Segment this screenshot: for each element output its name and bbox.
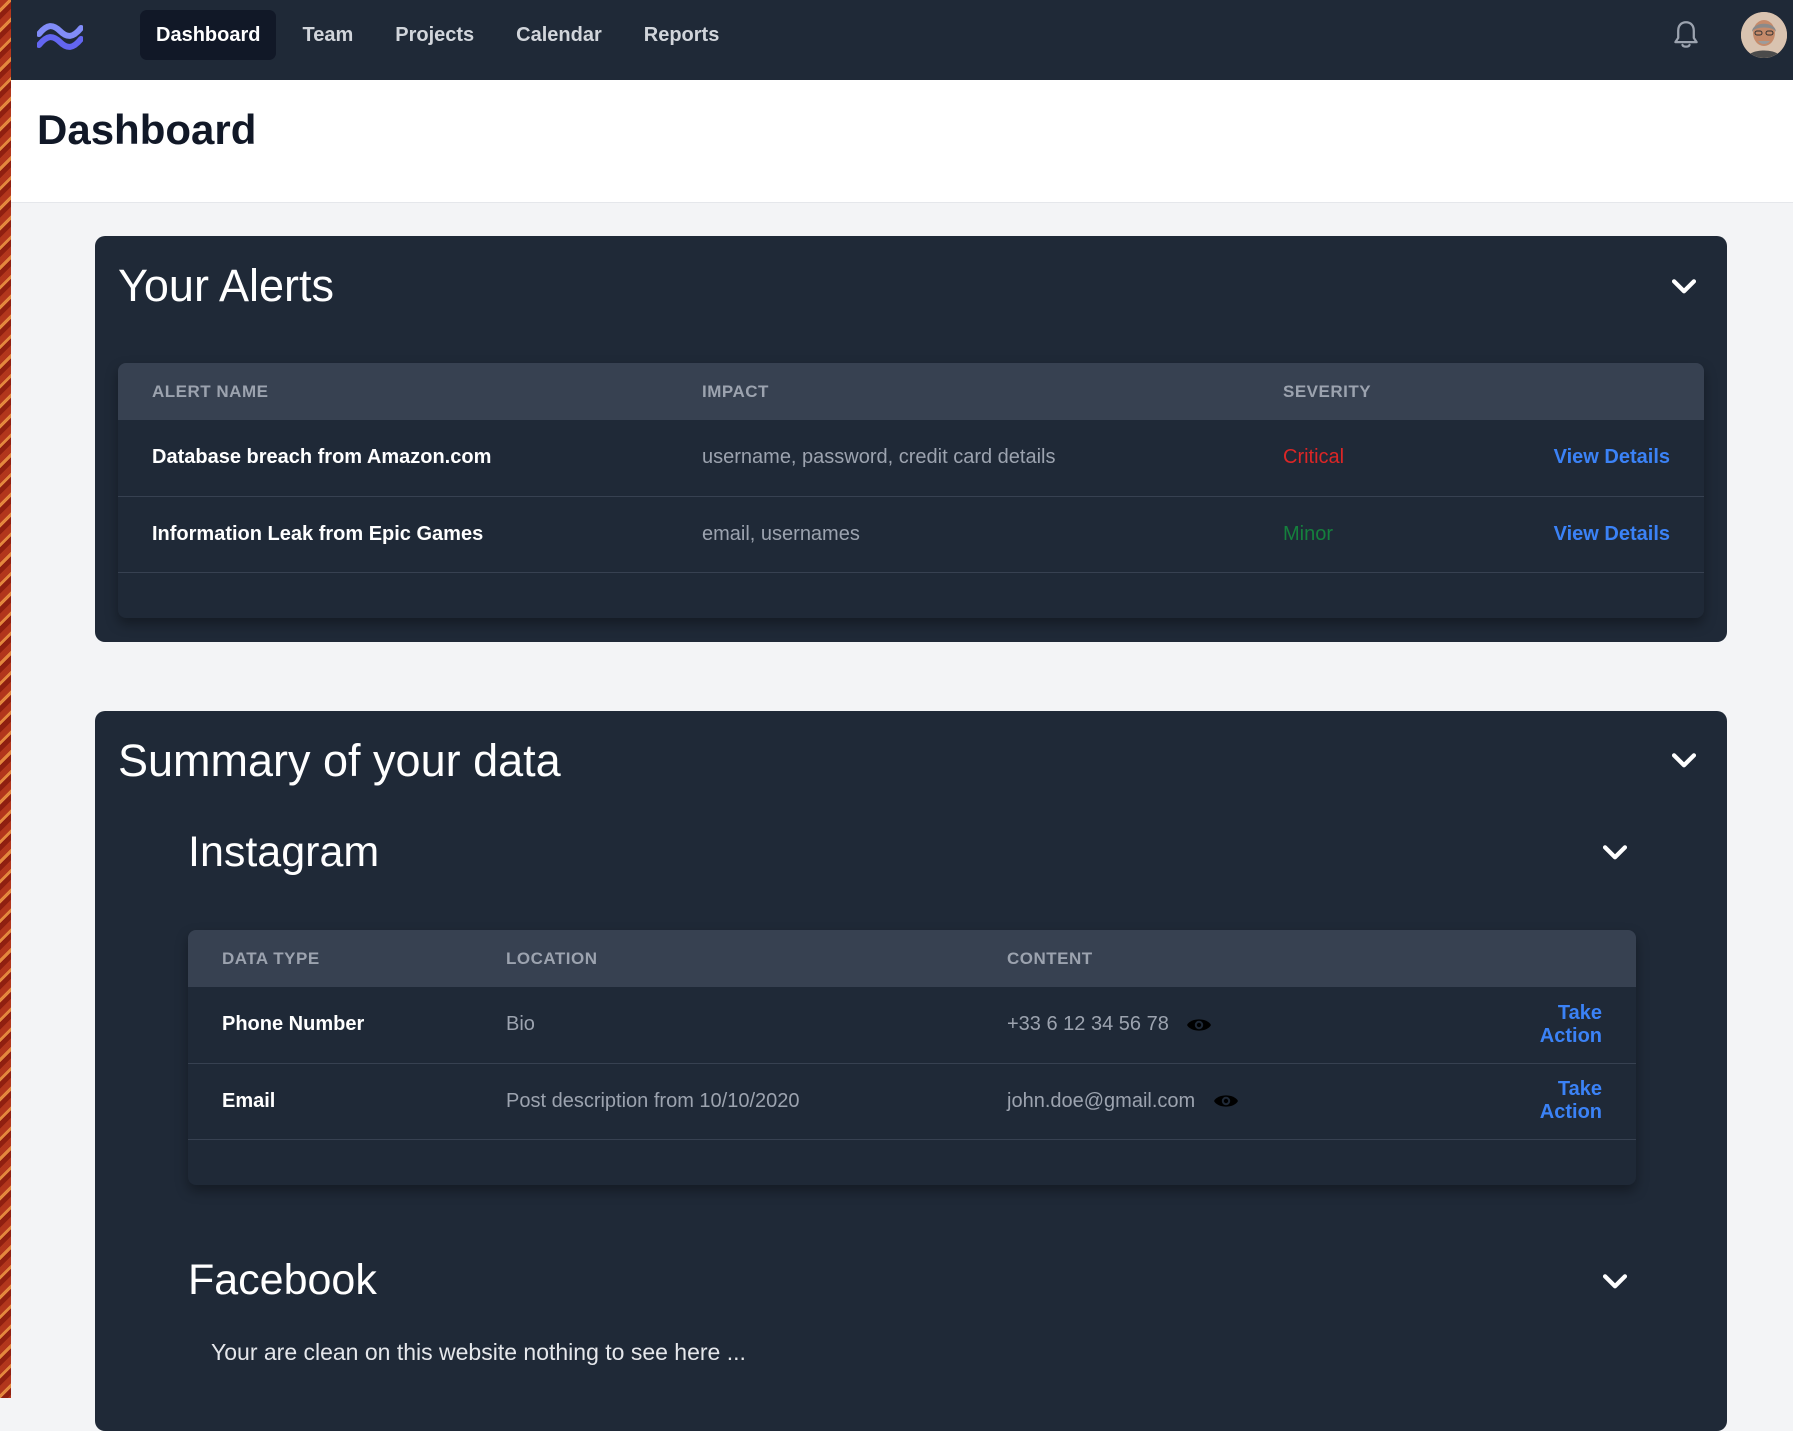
table-header-row: DATA TYPE LOCATION CONTENT [188,930,1636,987]
summary-panel: Summary of your data Instagram DATA TYPE… [95,711,1727,1431]
chevron-down-icon[interactable] [1598,1265,1632,1299]
data-content: +33 6 12 34 56 78 [1007,1013,1169,1036]
column-header-location: LOCATION [506,948,598,968]
nav-item-reports[interactable]: Reports [628,10,736,60]
alerts-table-card: ALERT NAME IMPACT SEVERITY Database brea… [118,363,1704,618]
data-type: Email [222,1063,506,1140]
data-location: Post description from 10/10/2020 [506,1063,1007,1140]
table-row: Information Leak from Epic Games email, … [118,496,1704,573]
eye-icon[interactable] [1186,1016,1212,1034]
bell-icon[interactable] [1669,18,1703,52]
take-action-link[interactable]: Take Action [1507,987,1602,1064]
alert-name: Information Leak from Epic Games [152,496,702,573]
nav-item-projects[interactable]: Projects [379,10,490,60]
app-root: Dashboard Team Projects Calendar Reports… [11,0,1793,1431]
column-header-data-type: DATA TYPE [222,948,320,968]
top-navbar: Dashboard Team Projects Calendar Reports [11,0,1793,80]
instagram-table-card: DATA TYPE LOCATION CONTENT Phone Number … [188,930,1636,1185]
chevron-down-icon[interactable] [1598,836,1632,870]
facebook-clean-message: Your are clean on this website nothing t… [211,1339,746,1365]
alerts-table: ALERT NAME IMPACT SEVERITY Database brea… [118,363,1704,573]
column-header-impact: IMPACT [702,381,769,401]
avatar-portrait-icon [1741,12,1787,58]
chevron-down-icon[interactable] [1667,744,1701,778]
column-header-alert-name: ALERT NAME [152,381,269,401]
alert-impact: email, usernames [702,496,1283,573]
column-header-severity: SEVERITY [1283,381,1372,401]
alerts-panel: Your Alerts ALERT NAME IMPACT SEVERITY D… [95,236,1727,642]
data-content: john.doe@gmail.com [1007,1089,1196,1112]
table-row: Phone Number Bio +33 6 12 34 56 78 Take … [188,987,1636,1064]
page-header: Dashboard [11,80,1793,203]
page-title: Dashboard [37,106,257,153]
take-action-link[interactable]: Take Action [1507,1063,1602,1140]
chevron-down-icon[interactable] [1667,270,1701,304]
browser-edge-strip [0,0,11,1398]
wave-logo-icon[interactable] [37,18,83,52]
summary-title: Summary of your data [118,735,561,786]
nav-item-dashboard[interactable]: Dashboard [140,10,277,60]
data-location: Bio [506,987,1007,1064]
nav-item-calendar[interactable]: Calendar [500,10,618,60]
nav-item-team[interactable]: Team [286,10,369,60]
facebook-section-title: Facebook [188,1256,377,1304]
alerts-title: Your Alerts [118,260,334,311]
alert-impact: username, password, credit card details [702,420,1283,497]
eye-icon[interactable] [1213,1092,1239,1110]
column-header-content: CONTENT [1007,948,1093,968]
avatar[interactable] [1741,12,1787,58]
view-details-link[interactable]: View Details [1523,420,1670,497]
alert-name: Database breach from Amazon.com [152,420,702,497]
instagram-section-title: Instagram [188,828,380,876]
data-content-cell: john.doe@gmail.com [1007,1063,1507,1140]
alert-severity-minor: Minor [1283,496,1523,573]
view-details-link[interactable]: View Details [1523,496,1670,573]
data-content-cell: +33 6 12 34 56 78 [1007,987,1507,1064]
instagram-table: DATA TYPE LOCATION CONTENT Phone Number … [188,930,1636,1140]
table-row: Database breach from Amazon.com username… [118,420,1704,497]
table-row: Email Post description from 10/10/2020 j… [188,1063,1636,1140]
alert-severity-critical: Critical [1283,420,1523,497]
main-nav: Dashboard Team Projects Calendar Reports [140,10,735,60]
table-header-row: ALERT NAME IMPACT SEVERITY [118,363,1704,420]
data-type: Phone Number [222,987,506,1064]
